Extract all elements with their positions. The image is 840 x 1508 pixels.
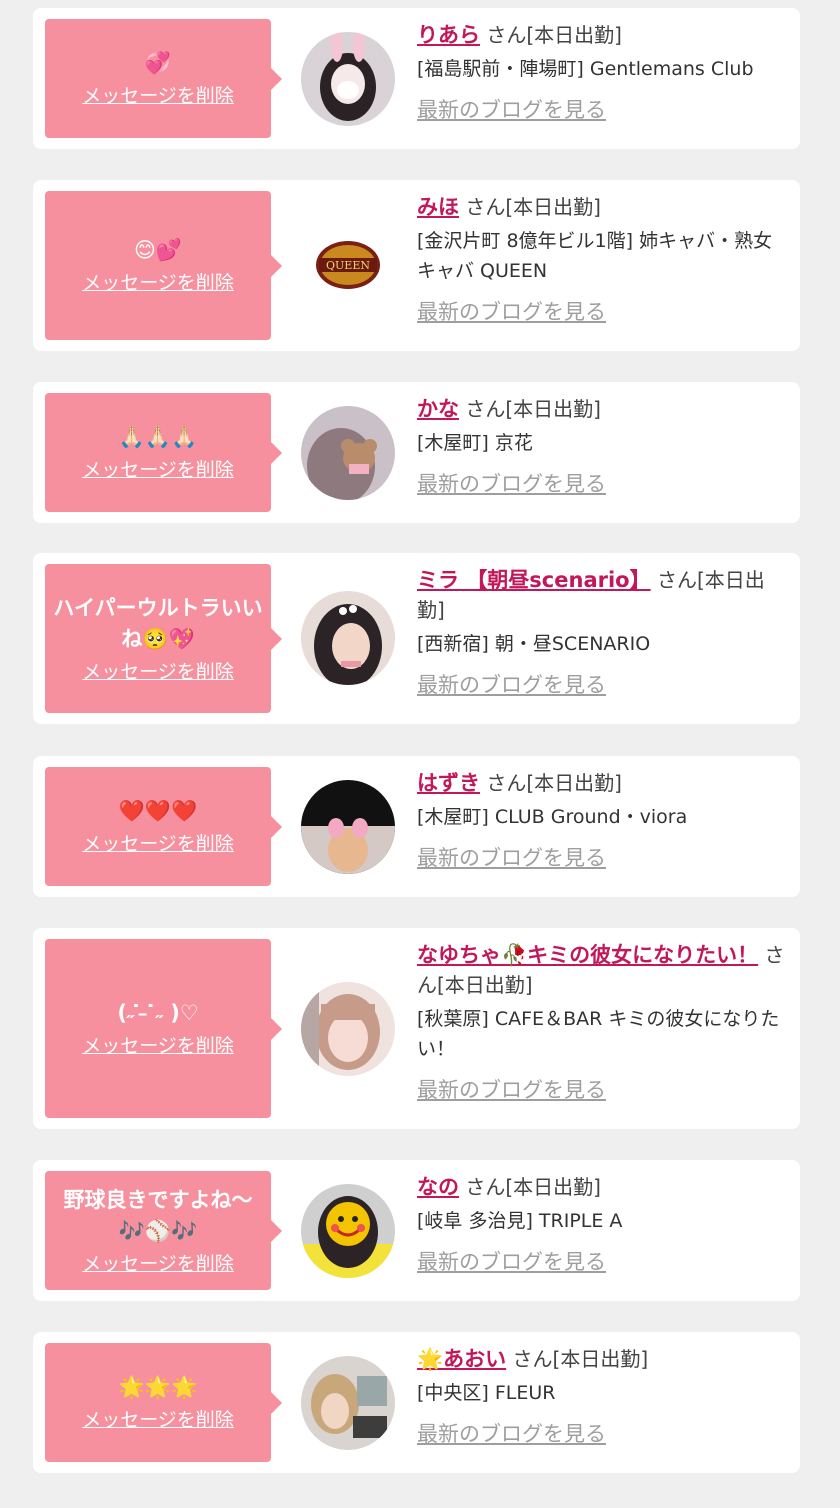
message-text: 😊💕	[133, 238, 183, 262]
avatar-image	[301, 32, 395, 126]
blog-link[interactable]: 最新のブログを見る	[417, 669, 606, 699]
message-bubble: 🙏🏻🙏🏻🙏🏻 メッセージを削除	[45, 393, 282, 512]
blog-link[interactable]: 最新のブログを見る	[417, 468, 606, 498]
shop-info: [岐阜 多治見] TRIPLE A	[417, 1210, 623, 1232]
cast-name-link[interactable]: なゆちゃ🥀キミの彼女になりたい！	[417, 943, 758, 967]
message-text: ハイパーウルトラいいね🥺💖	[53, 595, 263, 651]
message-text: (˶ ̇ ̵ ̇˶ )♡	[117, 1001, 199, 1025]
avatar-image	[301, 780, 395, 874]
list-item: 🙏🏻🙏🏻🙏🏻 メッセージを削除 かな さん[本日出勤] [木屋町] 京花 最新の…	[33, 382, 800, 523]
message-bubble: (˶ ̇ ̵ ̇˶ )♡ メッセージを削除	[45, 939, 282, 1118]
avatar-image	[301, 591, 395, 685]
cast-info: 🌟あおい さん[本日出勤] [中央区] FLEUR 最新のブログを見る	[417, 1344, 789, 1448]
avatar-image	[301, 1184, 395, 1278]
name-line: はずき さん[本日出勤]	[417, 768, 789, 798]
avatar[interactable]	[301, 406, 395, 500]
blog-link[interactable]: 最新のブログを見る	[417, 1246, 606, 1276]
svg-text:QUEEN: QUEEN	[326, 259, 370, 272]
cast-info: なゆちゃ🥀キミの彼女になりたい！ さん[本日出勤] [秋葉原] CAFE＆BAR…	[417, 940, 789, 1104]
name-line: ミラ 【朝昼scenario】 さん[本日出勤]	[417, 565, 789, 625]
delete-message-link[interactable]: メッセージを削除	[82, 831, 234, 857]
avatar[interactable]	[301, 591, 395, 685]
message-bubble: 💞 メッセージを削除	[45, 19, 282, 138]
list-item: 🌟🌟🌟 メッセージを削除 🌟あおい さん[本日出勤] [中央区] FLEUR 最…	[33, 1332, 800, 1473]
delete-message-link[interactable]: メッセージを削除	[82, 83, 234, 109]
attendance-label: さん[本日出勤]	[465, 1175, 601, 1199]
list-item: (˶ ̇ ̵ ̇˶ )♡ メッセージを削除 なゆちゃ🥀キミの彼女になりたい！ さ…	[33, 928, 800, 1129]
shop-info: [秋葉原] CAFE＆BAR キミの彼女になりたい！	[417, 1008, 780, 1060]
avatar[interactable]	[301, 1184, 395, 1278]
message-text: ❤️❤️❤️	[118, 799, 198, 823]
blog-link[interactable]: 最新のブログを見る	[417, 1418, 606, 1448]
blog-link[interactable]: 最新のブログを見る	[417, 296, 606, 326]
name-line: なゆちゃ🥀キミの彼女になりたい！ さん[本日出勤]	[417, 940, 789, 1000]
cast-info: りあら さん[本日出勤] [福島駅前・陣場町] Gentlemans Club …	[417, 20, 789, 124]
message-bubble: 野球良きですよね〜🎶⚾️🎶 メッセージを削除	[45, 1171, 282, 1290]
delete-message-link[interactable]: メッセージを削除	[82, 1251, 234, 1277]
blog-link[interactable]: 最新のブログを見る	[417, 842, 606, 872]
attendance-label: さん[本日出勤]	[486, 23, 622, 47]
cast-info: なの さん[本日出勤] [岐阜 多治見] TRIPLE A 最新のブログを見る	[417, 1172, 789, 1276]
name-line: みほ さん[本日出勤]	[417, 192, 789, 222]
message-bubble: 😊💕 メッセージを削除	[45, 191, 282, 340]
cast-info: はずき さん[本日出勤] [木屋町] CLUB Ground・viora 最新の…	[417, 768, 789, 872]
list-item: ハイパーウルトラいいね🥺💖 メッセージを削除 ミラ 【朝昼scenario】 さ…	[33, 553, 800, 724]
message-bubble: ハイパーウルトラいいね🥺💖 メッセージを削除	[45, 564, 282, 713]
name-line: なの さん[本日出勤]	[417, 1172, 789, 1202]
name-line: かな さん[本日出勤]	[417, 394, 789, 424]
avatar-image	[301, 982, 395, 1076]
message-text: 野球良きですよね〜🎶⚾️🎶	[63, 1187, 253, 1243]
attendance-label: さん[本日出勤]	[465, 397, 601, 421]
cast-name-link[interactable]: なの	[417, 1175, 459, 1199]
attendance-label: さん[本日出勤]	[465, 195, 601, 219]
cast-name-link[interactable]: はずき	[417, 771, 480, 795]
shop-info: [金沢片町 8億年ビル1階] 姉キャバ・熟女キャバ QUEEN	[417, 230, 773, 282]
cast-name-link[interactable]: かな	[417, 397, 459, 421]
attendance-label: さん[本日出勤]	[486, 771, 622, 795]
avatar[interactable]	[301, 1356, 395, 1450]
avatar[interactable]: QUEEN	[301, 218, 395, 312]
name-line: 🌟あおい さん[本日出勤]	[417, 1344, 789, 1374]
delete-message-link[interactable]: メッセージを削除	[82, 1033, 234, 1059]
shop-info: [木屋町] CLUB Ground・viora	[417, 806, 688, 828]
shop-info: [西新宿] 朝・昼SCENARIO	[417, 633, 651, 655]
message-text: 🌟🌟🌟	[118, 1375, 198, 1399]
list-item: ❤️❤️❤️ メッセージを削除 はずき さん[本日出勤] [木屋町] CLUB …	[33, 756, 800, 897]
cast-info: ミラ 【朝昼scenario】 さん[本日出勤] [西新宿] 朝・昼SCENAR…	[417, 565, 789, 699]
shop-info: [福島駅前・陣場町] Gentlemans Club	[417, 58, 754, 80]
delete-message-link[interactable]: メッセージを削除	[82, 457, 234, 483]
attendance-label: さん[本日出勤]	[512, 1347, 649, 1371]
avatar-image	[301, 1356, 395, 1450]
list-item: 💞 メッセージを削除 りあら さん[本日出勤] [福島駅前・陣場町] Gentl…	[33, 8, 800, 149]
cast-name-link[interactable]: ミラ 【朝昼scenario】	[417, 568, 651, 592]
list-item: 野球良きですよね〜🎶⚾️🎶 メッセージを削除 なの さん[本日出勤] [岐阜 多…	[33, 1160, 800, 1301]
cast-name-link[interactable]: りあら	[417, 23, 480, 47]
avatar[interactable]	[301, 982, 395, 1076]
cast-name-link[interactable]: みほ	[417, 195, 459, 219]
delete-message-link[interactable]: メッセージを削除	[82, 659, 234, 685]
delete-message-link[interactable]: メッセージを削除	[82, 1407, 234, 1433]
name-line: りあら さん[本日出勤]	[417, 20, 789, 50]
blog-link[interactable]: 最新のブログを見る	[417, 94, 606, 124]
shop-info: [中央区] FLEUR	[417, 1382, 556, 1404]
message-text: 💞	[144, 51, 172, 75]
shop-info: [木屋町] 京花	[417, 432, 533, 454]
avatar-image: QUEEN	[301, 218, 395, 312]
delete-message-link[interactable]: メッセージを削除	[82, 270, 234, 296]
avatar[interactable]	[301, 780, 395, 874]
blog-link[interactable]: 最新のブログを見る	[417, 1074, 606, 1104]
cast-name-link[interactable]: 🌟あおい	[417, 1347, 506, 1371]
message-bubble: ❤️❤️❤️ メッセージを削除	[45, 767, 282, 886]
message-text: 🙏🏻🙏🏻🙏🏻	[118, 425, 198, 449]
avatar-image	[301, 406, 395, 500]
list-item: 😊💕 メッセージを削除 QUEEN みほ さん[本日出勤] [金沢片町 8億年ビ…	[33, 180, 800, 351]
avatar[interactable]	[301, 32, 395, 126]
message-bubble: 🌟🌟🌟 メッセージを削除	[45, 1343, 282, 1462]
cast-info: みほ さん[本日出勤] [金沢片町 8億年ビル1階] 姉キャバ・熟女キャバ QU…	[417, 192, 789, 326]
cast-info: かな さん[本日出勤] [木屋町] 京花 最新のブログを見る	[417, 394, 789, 498]
